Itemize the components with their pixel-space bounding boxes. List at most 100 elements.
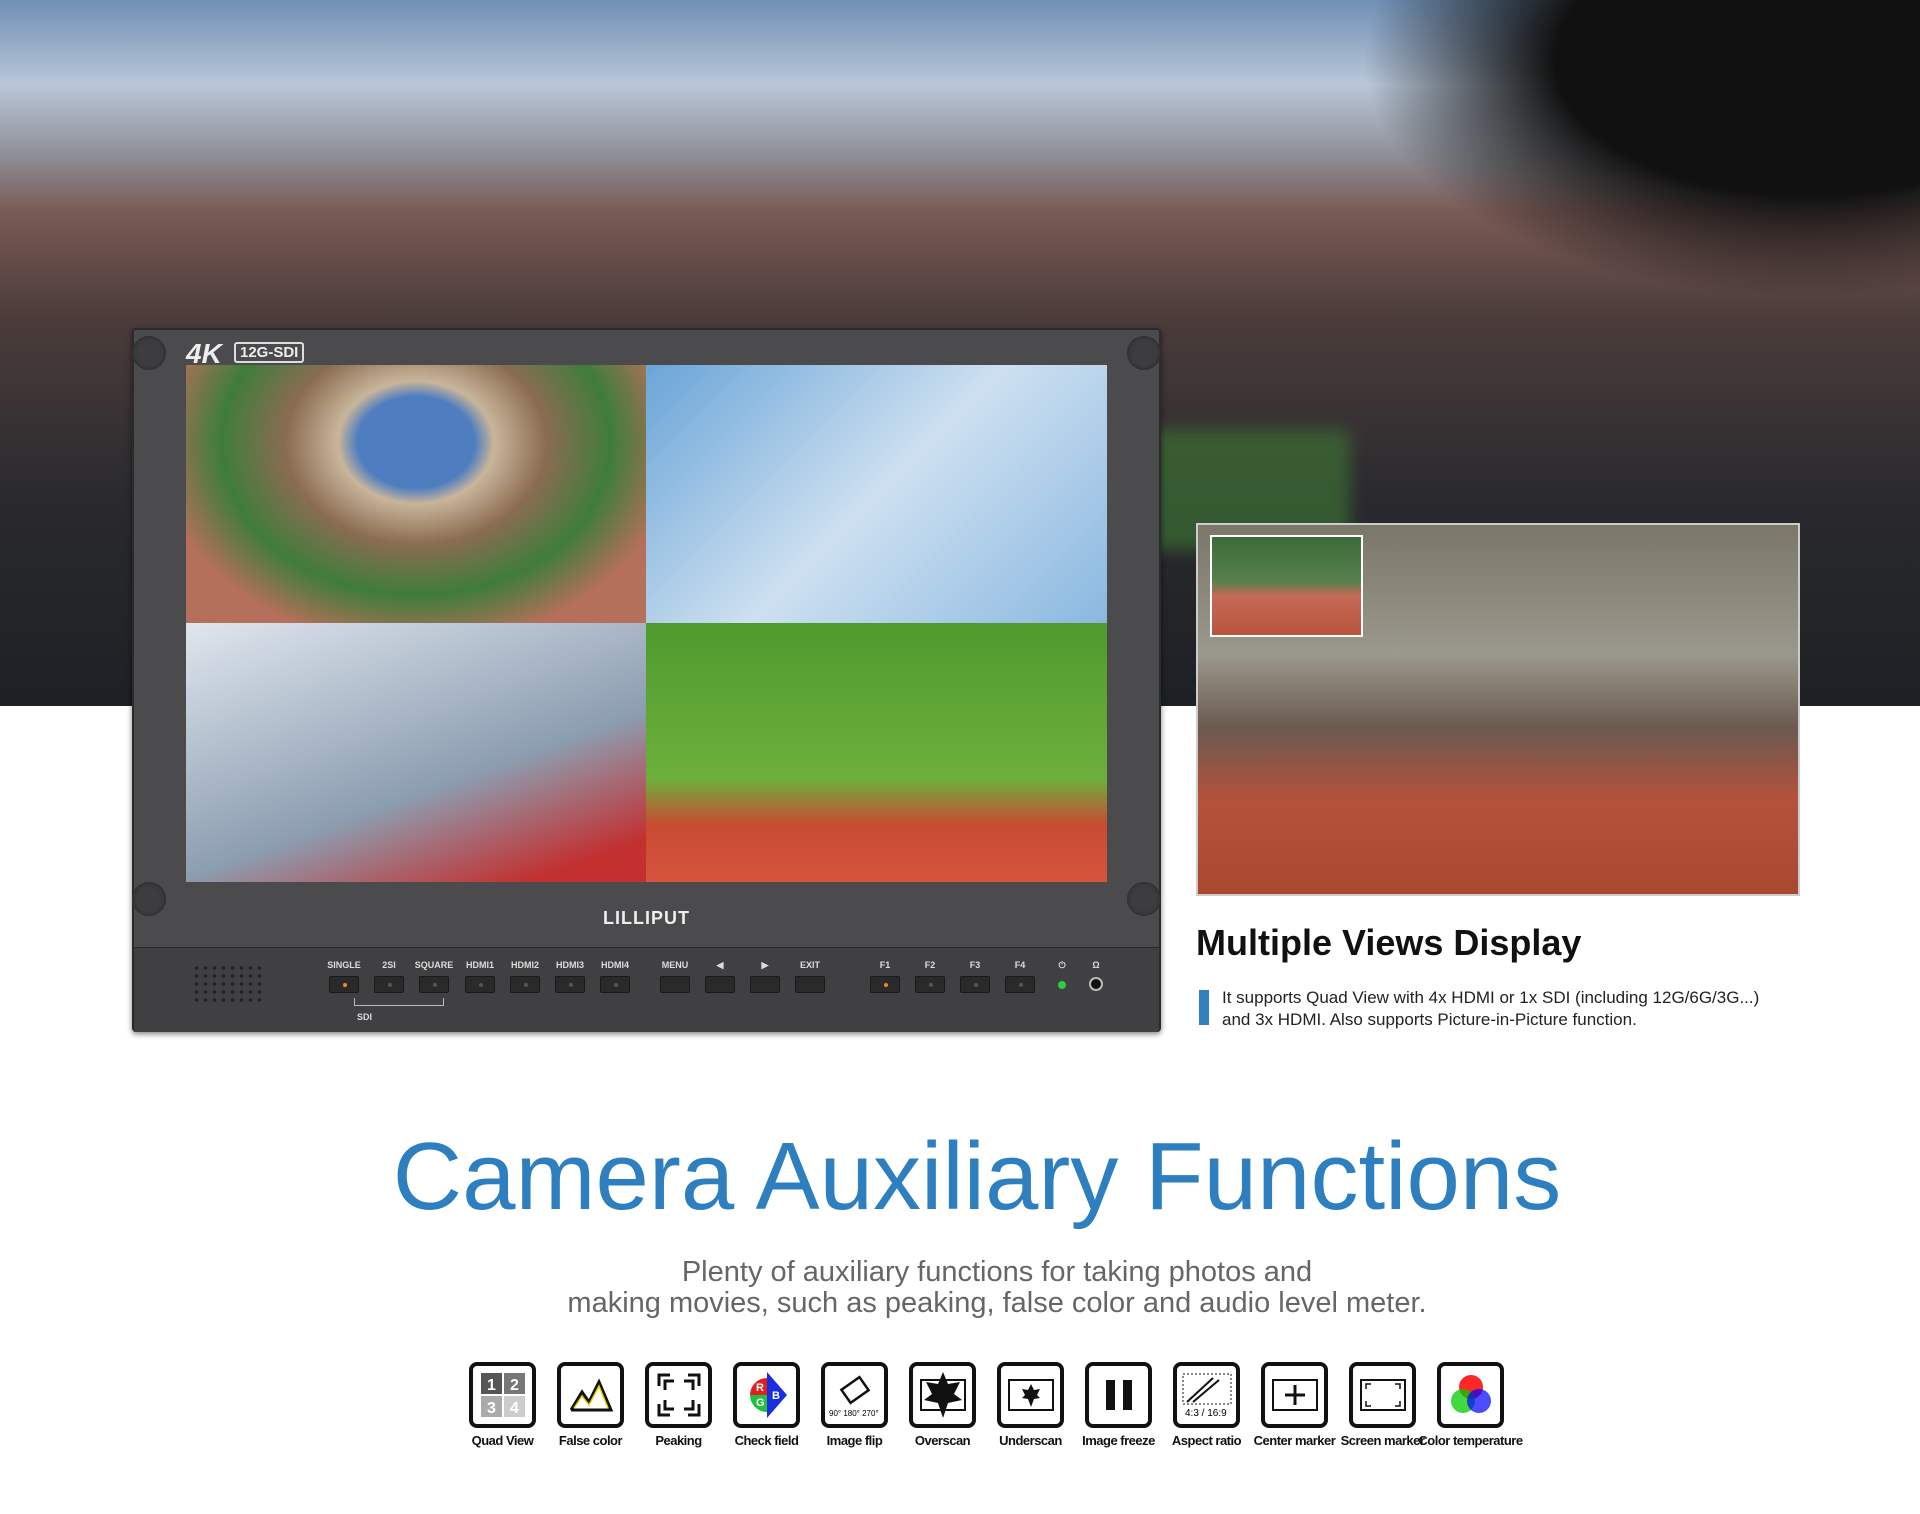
button-key	[419, 976, 449, 993]
function-screen-marker: Screen marker	[1341, 1362, 1425, 1448]
speaker-grille	[192, 964, 266, 1004]
svg-text:3: 3	[487, 1400, 496, 1417]
badge-12g-sdi: 12G-SDI	[234, 342, 305, 363]
screen-marker-icon	[1349, 1362, 1416, 1428]
led-indicator	[1019, 983, 1023, 987]
monitor-button: F2	[908, 960, 952, 993]
function-label: Color temperature	[1418, 1433, 1523, 1448]
button-label: 2SI	[382, 960, 396, 970]
feature-description-line: It supports Quad View with 4x HDMI or 1x…	[1222, 988, 1760, 1007]
monitor-product-image: 4K 12G-SDI LILLIPUT SINGLE 2SI SQUARE HDMI1…	[132, 328, 1161, 1032]
button-key	[329, 976, 359, 993]
image-flip-icon: 90° 180° 270°	[821, 1362, 888, 1428]
function-aspect-ratio: 4:3 / 16:9 Aspect ratio	[1172, 1362, 1242, 1448]
button-key	[960, 976, 990, 993]
button-label: SINGLE	[327, 960, 361, 970]
button-label: HDMI3	[555, 960, 584, 970]
check-field-icon: RGB	[733, 1362, 800, 1428]
function-false-color: False color	[557, 1362, 624, 1448]
svg-text:90° 180° 270°: 90° 180° 270°	[829, 1409, 879, 1418]
led-indicator	[433, 983, 437, 987]
headphone-icon: Ω	[1092, 960, 1100, 970]
button-key	[660, 976, 690, 993]
svg-text:R: R	[756, 1382, 764, 1394]
button-label: HDMI4	[600, 960, 629, 970]
led-indicator	[479, 983, 483, 987]
button-key	[374, 976, 404, 993]
control-panel: SINGLE 2SI SQUARE HDMI1 HDMI2 HDMI3 HDMI4 MENU ◀…	[134, 947, 1159, 1032]
headphone-jack	[1089, 977, 1103, 991]
button-label: ▶	[761, 960, 769, 970]
monitor-button: HDMI2	[503, 960, 547, 993]
monitor-button: ◀	[698, 960, 742, 993]
feature-description-line: and 3x HDMI. Also supports Picture-in-Pi…	[1222, 1010, 1637, 1029]
monitor-button: HDMI4	[593, 960, 637, 993]
button-key	[555, 976, 585, 993]
pip-inset-image	[1210, 535, 1363, 637]
brand-logo: LILLIPUT	[603, 908, 690, 928]
led-indicator	[929, 983, 933, 987]
button-key	[705, 976, 735, 993]
section-subtitle-line: making movies, such as peaking, false co…	[567, 1287, 1427, 1319]
button-label: HDMI1	[465, 960, 494, 970]
quad-discus	[186, 623, 646, 882]
peaking-icon	[645, 1362, 712, 1428]
button-key	[870, 976, 900, 993]
color-temperature-icon	[1437, 1362, 1504, 1428]
monitor-button: SQUARE	[412, 960, 456, 993]
screw	[132, 336, 166, 370]
button-label: F4	[1014, 960, 1026, 970]
feature-title: Multiple Views Display	[1196, 922, 1582, 963]
svg-text:G: G	[756, 1397, 765, 1409]
button-key	[600, 976, 630, 993]
sdi-group-label: SDI	[357, 1012, 373, 1022]
quad-view-icon: 1234	[469, 1362, 536, 1428]
overscan-icon	[909, 1362, 976, 1428]
monitor-button: F4	[998, 960, 1042, 993]
function-peaking: Peaking	[645, 1362, 712, 1448]
section-title: Camera Auxiliary Functions	[392, 1123, 1562, 1230]
button-label: ◀	[716, 960, 724, 970]
image-freeze-icon	[1085, 1362, 1152, 1428]
button-label: EXIT	[799, 960, 820, 970]
button-label: SQUARE	[414, 960, 454, 970]
svg-text:2: 2	[510, 1377, 519, 1394]
quad-view-screen	[186, 365, 1107, 882]
button-key	[510, 976, 540, 993]
led-indicator	[614, 983, 618, 987]
button-label: F1	[879, 960, 891, 970]
function-image-flip: 90° 180° 270° Image flip	[821, 1362, 888, 1448]
svg-text:1: 1	[487, 1377, 496, 1394]
function-underscan: Underscan	[997, 1362, 1064, 1448]
function-check-field: R G B Check field	[733, 1362, 800, 1448]
led-indicator	[524, 983, 528, 987]
monitor-button: 2SI	[367, 960, 411, 993]
svg-text:4: 4	[510, 1400, 519, 1417]
button-key	[915, 976, 945, 993]
power-led	[1058, 981, 1066, 989]
section-subtitle-line: Plenty of auxiliary functions for taking…	[681, 1256, 1313, 1288]
button-label: F2	[924, 960, 936, 970]
monitor-button: MENU	[653, 960, 697, 993]
button-label: MENU	[661, 960, 689, 970]
function-overscan: Overscan	[909, 1362, 976, 1448]
led-indicator	[974, 983, 978, 987]
button-key	[750, 976, 780, 993]
monitor-button: SINGLE	[322, 960, 366, 993]
button-key	[795, 976, 825, 993]
svg-text:B: B	[772, 1390, 780, 1402]
monitor-button: ▶	[743, 960, 787, 993]
center-marker-icon	[1261, 1362, 1328, 1428]
monitor-button: F1	[863, 960, 907, 993]
monitor-button: EXIT	[788, 960, 832, 993]
monitor-button: HDMI3	[548, 960, 592, 993]
function-color-temperature: Color temperature	[1418, 1362, 1523, 1448]
quad-runner	[646, 623, 1107, 882]
button-key	[465, 976, 495, 993]
quad-high-jump	[646, 365, 1107, 623]
led-indicator	[388, 983, 392, 987]
accent-bar	[1199, 990, 1209, 1025]
function-image-freeze: Image freeze	[1082, 1362, 1155, 1448]
led-indicator	[343, 983, 347, 987]
aspect-ratio-icon: 4:3 / 16:9	[1173, 1362, 1240, 1428]
